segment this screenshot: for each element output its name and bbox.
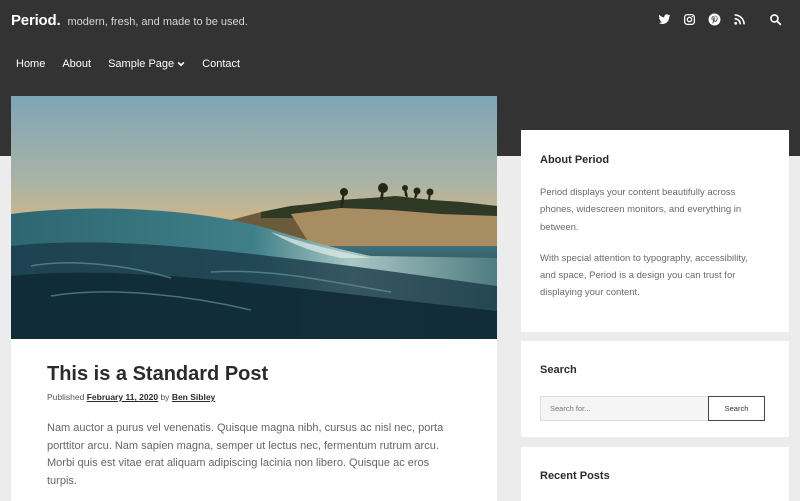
chevron-down-icon[interactable] [177, 60, 185, 68]
site-branding: Period. modern, fresh, and made to be us… [11, 12, 248, 29]
post-excerpt: Nam auctor a purus vel venenatis. Quisqu… [47, 422, 444, 487]
search-button[interactable]: Search [708, 396, 765, 421]
nav-item-home[interactable]: Home [16, 58, 45, 70]
author-link[interactable]: Ben Sibley [172, 392, 215, 402]
rss-icon[interactable] [732, 12, 746, 26]
widget-title: Recent Posts [540, 470, 610, 482]
widget-about: About Period Period displays your conten… [521, 130, 789, 332]
widget-title: About Period [540, 154, 610, 166]
nav-item-label: Home [16, 58, 46, 70]
nav-item-label: Sample Page [108, 58, 175, 70]
widget-about-text: Period displays your content beautifully… [540, 184, 765, 302]
search-form: Search [540, 396, 765, 421]
nav-item-sample-page[interactable]: Sample Page [108, 58, 185, 70]
about-paragraph: With special attention to typography, ac… [540, 252, 748, 299]
post-title[interactable]: This is a Standard Post [47, 363, 457, 386]
search-icon[interactable] [768, 12, 782, 26]
by-label: by [160, 392, 170, 402]
about-paragraph: Period displays your content beautifully… [540, 187, 742, 233]
nav-item-label: About [62, 58, 92, 70]
site-logo[interactable]: Period. [11, 12, 61, 29]
primary-nav: Home About Sample Page Contact [16, 58, 257, 70]
search-input[interactable] [540, 396, 708, 421]
twitter-icon[interactable] [657, 12, 671, 26]
instagram-icon[interactable] [682, 12, 696, 26]
widget-title: Search [540, 364, 577, 376]
post-meta: Published February 11, 2020 by Ben Sible… [47, 392, 457, 402]
pinterest-icon[interactable] [707, 12, 721, 26]
widget-search: Search Search [521, 341, 789, 437]
social-icons [646, 12, 782, 26]
nav-item-about[interactable]: About [62, 58, 91, 70]
post-date-link[interactable]: February 11, 2020 [87, 392, 158, 402]
post-card: This is a Standard Post Published Februa… [11, 96, 497, 501]
site-tagline: modern, fresh, and made to be used. [67, 16, 248, 28]
featured-image[interactable] [11, 96, 497, 339]
post-body: This is a Standard Post Published Februa… [47, 363, 457, 490]
nav-item-label: Contact [202, 58, 241, 70]
published-label: Published [47, 392, 85, 402]
site-header: Period. modern, fresh, and made to be us… [0, 0, 800, 96]
widget-recent-posts: Recent Posts [521, 447, 789, 501]
nav-item-contact[interactable]: Contact [202, 58, 240, 70]
